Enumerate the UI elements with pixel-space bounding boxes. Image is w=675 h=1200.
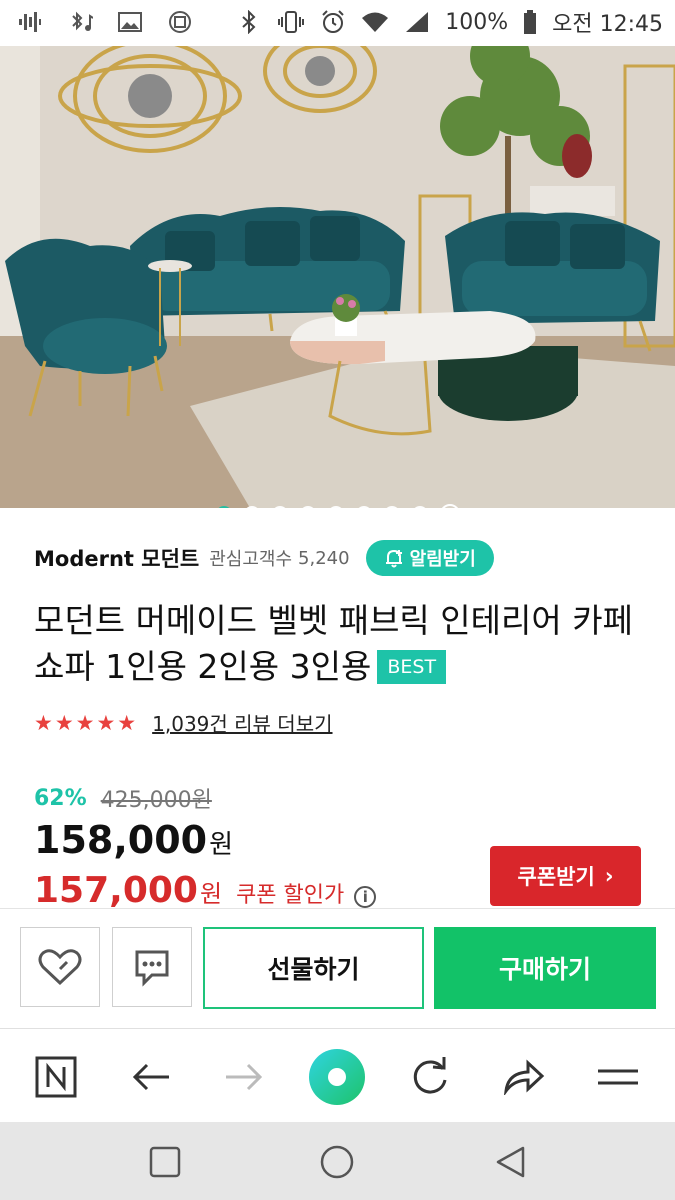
home-circle-icon [320, 1145, 354, 1179]
gift-button[interactable]: 선물하기 [203, 927, 424, 1009]
home-button[interactable] [317, 1142, 357, 1182]
store-info: Modernt 모던트 관심고객수 5,240 알림받기 [34, 540, 494, 576]
carousel-dot[interactable] [411, 506, 428, 508]
alarm-icon [319, 8, 347, 36]
alarm-subscribe-button[interactable]: 알림받기 [365, 540, 494, 576]
signal-icon [403, 8, 431, 36]
android-navigation-bar [0, 1122, 675, 1200]
best-badge: BEST [377, 650, 447, 684]
coupon-price-unit: 원 [199, 880, 223, 908]
wifi-icon [361, 8, 389, 36]
coupon-price: 157,000 [34, 870, 198, 910]
bell-plus-icon [385, 549, 402, 568]
naver-logo-icon [35, 1056, 77, 1098]
carousel-dot[interactable] [271, 506, 288, 508]
arrow-left-icon [132, 1063, 169, 1091]
store-name[interactable]: Modernt 모던트 [34, 543, 199, 573]
carousel-dot[interactable] [355, 506, 372, 508]
carousel-dot[interactable] [383, 506, 400, 508]
sync-icon [166, 8, 194, 36]
recent-apps-button[interactable] [145, 1142, 185, 1182]
carousel-dot[interactable] [299, 506, 316, 508]
coupon-price-label: 쿠폰 할인가 [236, 883, 345, 908]
menu-button[interactable] [594, 1053, 642, 1101]
coupon-download-label: 쿠폰받기 [517, 865, 595, 889]
battery-percent: 100% [445, 9, 509, 35]
review-link[interactable]: 1,039건 리뷰 더보기 [152, 708, 332, 737]
arrow-right-icon [226, 1063, 263, 1091]
carousel-dot[interactable] [243, 506, 260, 508]
share-button[interactable] [500, 1053, 548, 1101]
discount-row: 62% 425,000원 [34, 782, 212, 814]
carousel-indicator: + [0, 504, 675, 508]
carousel-dot[interactable] [327, 506, 344, 508]
sale-price-unit: 원 [209, 830, 233, 860]
recent-apps-icon [149, 1146, 181, 1178]
green-dot-button[interactable] [305, 1045, 369, 1109]
discount-rate: 62% [34, 785, 87, 811]
refresh-button[interactable] [406, 1053, 454, 1101]
forward-button[interactable] [220, 1053, 268, 1101]
carousel-dot-active[interactable] [215, 506, 232, 508]
coupon-download-button[interactable]: 쿠폰받기 › [490, 846, 641, 906]
share-arrow-icon [504, 1059, 545, 1095]
rating-stars: ★★★★★ [34, 710, 139, 735]
chevron-right-icon: › [604, 864, 614, 888]
buy-button[interactable]: 구매하기 [434, 927, 656, 1009]
refresh-icon [413, 1057, 447, 1094]
bluetooth-icon [235, 8, 263, 36]
back-button[interactable] [127, 1053, 175, 1101]
hamburger-menu-icon [598, 1069, 638, 1085]
product-title-text: 모던트 머메이드 벨벳 패브릭 인테리어 카페 쇼파 1인용 2인용 3인용 [34, 601, 633, 686]
original-price: 425,000원 [100, 788, 212, 813]
naver-home-button[interactable] [32, 1053, 80, 1101]
clock: 오전 12:45 [552, 12, 663, 37]
product-photo [0, 46, 675, 508]
sale-price: 158,000 [34, 818, 208, 862]
chat-bubble-icon [135, 950, 169, 987]
back-triangle-icon [496, 1146, 525, 1178]
coupon-price-row: 157,000 원 쿠폰 할인가 i [34, 870, 377, 910]
follower-count: 5,240 [298, 547, 350, 569]
status-bar: 100% 오전 12:45 [0, 0, 675, 46]
green-dot-icon [309, 1049, 365, 1105]
vibrate-icon [277, 8, 305, 36]
sale-price-row: 158,000 원 [34, 818, 233, 862]
system-back-button[interactable] [490, 1142, 530, 1182]
product-title: 모던트 머메이드 벨벳 패브릭 인테리어 카페 쇼파 1인용 2인용 3인용 BE… [34, 598, 654, 690]
heart-icon [38, 949, 82, 986]
bluetooth-music-icon [66, 8, 94, 36]
gallery-icon [116, 8, 144, 36]
product-image[interactable]: + [0, 46, 675, 508]
alarm-subscribe-label: 알림받기 [409, 549, 476, 570]
follower-label: 관심고객수 [209, 549, 293, 570]
info-icon[interactable]: i [354, 886, 377, 908]
rating-row: ★★★★★ 1,039건 리뷰 더보기 [34, 708, 333, 737]
browser-toolbar [0, 1028, 675, 1123]
purchase-action-bar: 선물하기 구매하기 [0, 908, 675, 1029]
audio-visualizer-icon [16, 8, 44, 36]
carousel-more-icon[interactable]: + [439, 504, 460, 508]
inquiry-button[interactable] [112, 927, 192, 1007]
wishlist-button[interactable] [20, 927, 100, 1007]
battery-icon [522, 8, 538, 36]
